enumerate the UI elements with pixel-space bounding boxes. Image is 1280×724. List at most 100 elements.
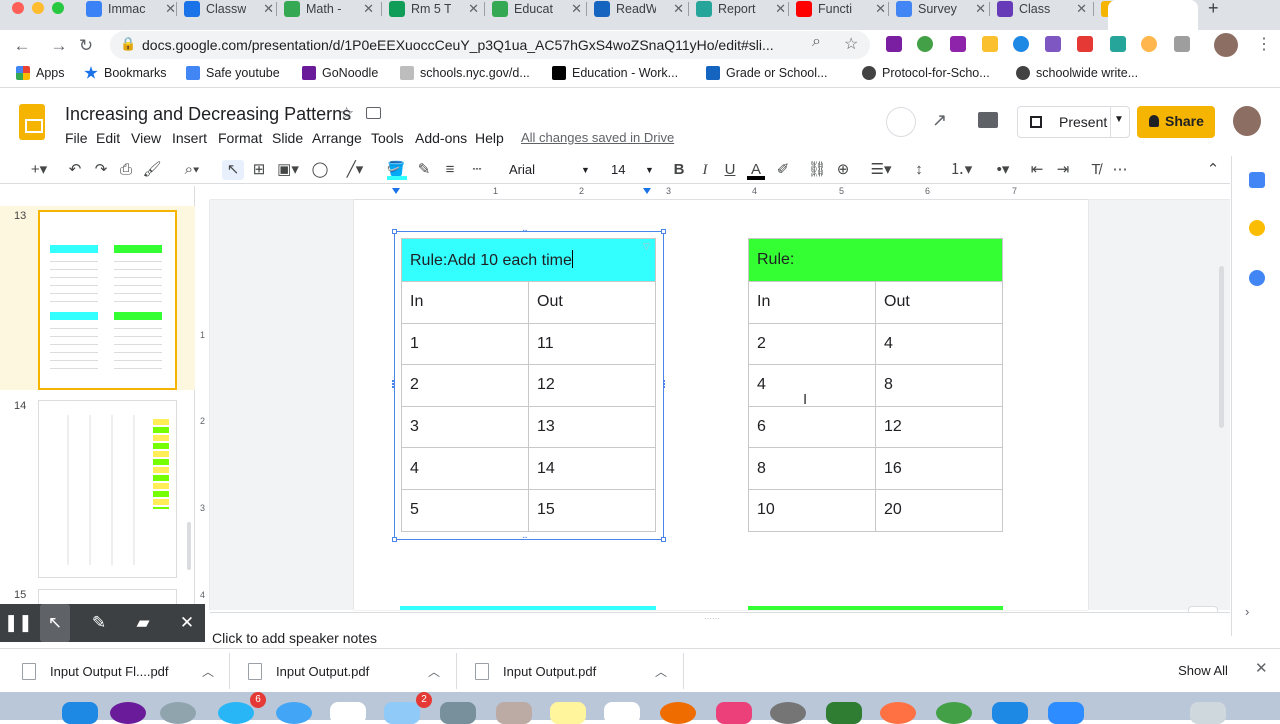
launchpad-icon[interactable] bbox=[160, 702, 196, 724]
comment-icon[interactable] bbox=[978, 112, 998, 128]
align-icon[interactable]: ☰▾ bbox=[864, 160, 898, 180]
slide-thumbnail-14[interactable] bbox=[38, 400, 177, 578]
chevron-up-icon[interactable]: ︿ bbox=[202, 663, 214, 680]
activity-dashboard-icon[interactable] bbox=[886, 107, 916, 137]
table-cell[interactable]: 16 bbox=[875, 447, 1003, 490]
new-slide-icon[interactable]: +▾ bbox=[24, 160, 54, 180]
font-size-dropdown[interactable]: 14 ▼ bbox=[605, 160, 657, 180]
zoom-app-icon[interactable] bbox=[1048, 702, 1084, 724]
browser-tab[interactable]: Class ✕ bbox=[993, 0, 1093, 18]
bulleted-list-icon[interactable]: •▾ bbox=[986, 160, 1020, 180]
font-family-dropdown[interactable]: Arial ▼ bbox=[505, 160, 595, 180]
table-cell[interactable]: 12 bbox=[875, 405, 1003, 449]
rule-header-cell[interactable]: Rule: bbox=[748, 238, 1003, 282]
zoom-icon[interactable]: ⌕▾ bbox=[174, 160, 210, 180]
bookmark-protocol[interactable]: Protocol-for-Scho... bbox=[862, 66, 990, 80]
resize-handle[interactable] bbox=[392, 380, 395, 388]
extension-icon[interactable] bbox=[1110, 36, 1126, 52]
table-cell[interactable]: 10 bbox=[748, 488, 876, 532]
present-button[interactable]: Present ▼ bbox=[1017, 106, 1130, 138]
reload-icon[interactable]: ↻ bbox=[74, 34, 98, 58]
bookmark-bookmarks[interactable]: Bookmarks bbox=[84, 66, 167, 80]
extension-icon[interactable] bbox=[917, 36, 933, 52]
image-icon[interactable]: ▣▾ bbox=[273, 160, 303, 180]
account-avatar[interactable] bbox=[1233, 106, 1261, 136]
close-icon[interactable]: ✕ bbox=[174, 612, 200, 634]
tab-close-icon[interactable]: ✕ bbox=[775, 1, 786, 17]
address-bar[interactable]: 🔒 docs.google.com/presentation/d/1P0eEEX… bbox=[110, 31, 870, 59]
resize-handle[interactable] bbox=[661, 537, 666, 542]
bold-icon[interactable]: B bbox=[669, 160, 689, 180]
app-store-icon[interactable] bbox=[218, 702, 254, 724]
comment-add-icon[interactable]: ⊕ bbox=[833, 160, 853, 180]
resize-handle[interactable]: ⠒ bbox=[522, 535, 528, 543]
highlighter-icon[interactable]: ▰ bbox=[130, 612, 156, 634]
trash-icon[interactable] bbox=[1190, 702, 1226, 724]
photos-icon[interactable] bbox=[660, 702, 696, 724]
tab-close-icon[interactable]: ✕ bbox=[875, 1, 886, 17]
extension-icon[interactable] bbox=[886, 36, 902, 52]
speaker-notes-panel[interactable]: ⋯⋯ Click to add speaker notes bbox=[210, 612, 1230, 648]
finder-icon[interactable] bbox=[62, 702, 98, 724]
move-folder-icon[interactable] bbox=[366, 107, 381, 119]
menu-edit[interactable]: Edit bbox=[96, 130, 120, 146]
show-all-button[interactable]: Show All bbox=[1163, 657, 1243, 685]
bookmark-grade-school[interactable]: Grade or School... bbox=[706, 66, 827, 80]
increase-indent-icon[interactable]: ⇥ bbox=[1052, 160, 1074, 180]
line-spacing-icon[interactable]: ↕ bbox=[908, 160, 930, 180]
zoom-search-icon[interactable]: ⌕ bbox=[812, 33, 821, 51]
dropdown-arrow-icon[interactable]: ▼ bbox=[1114, 114, 1124, 125]
collapse-menu-icon[interactable]: ⌃ bbox=[1203, 160, 1223, 180]
numbered-list-icon[interactable]: ⒈▾ bbox=[944, 160, 978, 180]
firefox-icon[interactable] bbox=[880, 702, 916, 724]
tab-close-icon[interactable]: ✕ bbox=[1076, 1, 1087, 17]
reminders-icon[interactable] bbox=[604, 702, 640, 724]
bookmark-schools-nyc[interactable]: schools.nyc.gov/d... bbox=[400, 66, 530, 80]
menu-format[interactable]: Format bbox=[218, 130, 262, 146]
download-item[interactable]: Input Output.pdf ︿ bbox=[248, 659, 440, 683]
tab-close-icon[interactable]: ✕ bbox=[468, 1, 479, 17]
calendar-app-icon[interactable] bbox=[330, 702, 366, 724]
decrease-indent-icon[interactable]: ⇤ bbox=[1026, 160, 1048, 180]
save-status[interactable]: All changes saved in Drive bbox=[521, 130, 674, 145]
browser-tab[interactable]: Math - ✕ bbox=[280, 0, 380, 18]
out-header-cell[interactable]: Out bbox=[875, 281, 1003, 324]
screen-recorder-icon[interactable] bbox=[992, 702, 1028, 724]
slides-logo-icon[interactable] bbox=[19, 104, 45, 140]
pause-icon[interactable]: ❚❚ bbox=[4, 612, 33, 634]
extension-icon[interactable] bbox=[1077, 36, 1093, 52]
pointer-icon[interactable]: ↖ bbox=[40, 604, 70, 642]
back-icon[interactable]: ← bbox=[10, 34, 34, 58]
paint-format-icon[interactable]: 🖌 bbox=[142, 160, 162, 180]
minimize-window-button[interactable] bbox=[32, 2, 44, 14]
download-item[interactable]: Input Output.pdf ︿ bbox=[475, 659, 667, 683]
siri-icon[interactable] bbox=[110, 702, 146, 724]
close-window-button[interactable] bbox=[12, 2, 24, 14]
contacts-icon[interactable] bbox=[496, 702, 532, 724]
pdf-extension-icon[interactable] bbox=[1045, 36, 1061, 52]
browser-tab[interactable]: ReadW ✕ bbox=[590, 0, 690, 18]
preview-icon[interactable] bbox=[384, 702, 420, 724]
resize-handle[interactable] bbox=[663, 380, 666, 388]
share-button[interactable]: Share bbox=[1137, 106, 1215, 138]
menu-insert[interactable]: Insert bbox=[172, 130, 207, 146]
table-cell[interactable]: 4 bbox=[748, 364, 876, 407]
menu-slide[interactable]: Slide bbox=[272, 130, 303, 146]
table-cell[interactable]: 20 bbox=[875, 488, 1003, 532]
right-indent-marker-icon[interactable] bbox=[643, 188, 651, 194]
browser-tab[interactable]: Rm 5 T ✕ bbox=[385, 0, 485, 18]
tab-close-icon[interactable]: ✕ bbox=[263, 1, 274, 17]
rule-table-right[interactable]: Rule: In Out 24 48 6 12 8 16 10 20 bbox=[748, 238, 1003, 532]
bookmark-schoolwide[interactable]: schoolwide write... bbox=[1016, 66, 1138, 80]
hand-extension-icon[interactable] bbox=[1141, 36, 1157, 52]
pen-icon[interactable]: ✎ bbox=[86, 612, 112, 634]
bookmark-education-work[interactable]: Education - Work... bbox=[552, 66, 678, 80]
extensions-puzzle-icon[interactable] bbox=[1174, 36, 1190, 52]
drive-extension-icon[interactable] bbox=[982, 36, 998, 52]
table-cell[interactable]: 4 bbox=[875, 322, 1003, 366]
browser-tab[interactable]: Classw ✕ bbox=[180, 0, 280, 18]
link-icon[interactable]: ⛓ bbox=[806, 160, 828, 180]
tab-close-icon[interactable]: ✕ bbox=[571, 1, 582, 17]
profile-avatar[interactable] bbox=[1214, 33, 1238, 57]
resize-handle[interactable] bbox=[392, 229, 397, 234]
